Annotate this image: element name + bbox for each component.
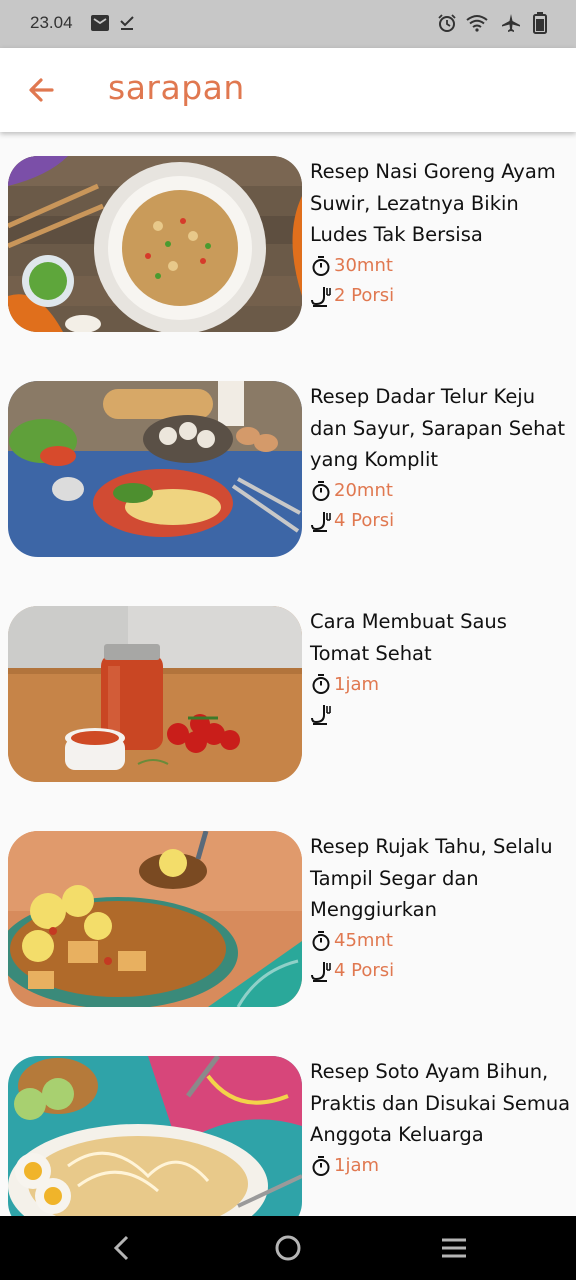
timer-icon — [312, 674, 330, 694]
nav-back-icon[interactable] — [102, 1232, 142, 1264]
recipe-portion: 4 Porsi — [310, 506, 572, 536]
serving-icon — [311, 286, 331, 307]
recipe-time: 45mnt — [310, 926, 572, 956]
page-title: sarapan — [108, 68, 245, 107]
recipe-title: Resep Nasi Goreng Ayam Suwir, Lezatnya B… — [310, 160, 556, 246]
status-time: 23.04 — [30, 13, 73, 32]
back-arrow-icon[interactable] — [24, 74, 58, 106]
recipe-portion-value: 4 Porsi — [334, 510, 395, 531]
recipe-info: Resep Soto Ayam Bihun, Praktis dan Disuk… — [310, 1056, 572, 1181]
recipe-time: 30mnt — [310, 251, 572, 281]
recipe-portion-value: 2 Porsi — [334, 285, 395, 306]
recipe-card[interactable]: Resep Soto Ayam Bihun, Praktis dan Disuk… — [0, 1032, 576, 1216]
recipe-time-value: 1jam — [334, 673, 380, 695]
timer-icon — [312, 480, 330, 501]
recipe-card[interactable]: Cara Membuat Saus Tomat Sehat 1jam — [0, 582, 576, 807]
recipe-list[interactable]: Resep Nasi Goreng Ayam Suwir, Lezatnya B… — [0, 132, 576, 1216]
recipe-image-soto-ayam — [8, 1056, 302, 1216]
serving-icon — [311, 511, 331, 532]
recipe-time: 20mnt — [310, 476, 572, 506]
nav-home-icon[interactable] — [268, 1232, 308, 1264]
serving-icon — [311, 705, 331, 725]
recipe-card[interactable]: Resep Rujak Tahu, Selalu Tampil Segar da… — [0, 807, 576, 1032]
recipe-info: Cara Membuat Saus Tomat Sehat 1jam — [310, 606, 572, 729]
recipe-image-saus-tomat — [8, 606, 302, 782]
nav-recents-icon[interactable] — [434, 1232, 474, 1264]
recipe-card[interactable]: Resep Nasi Goreng Ayam Suwir, Lezatnya B… — [0, 132, 576, 357]
recipe-title: Cara Membuat Saus Tomat Sehat — [310, 610, 507, 665]
recipe-card[interactable]: Resep Dadar Telur Keju dan Sayur, Sarapa… — [0, 357, 576, 582]
recipe-time-value: 45mnt — [334, 930, 393, 951]
recipe-time-value: 1jam — [334, 1155, 380, 1176]
recipe-image-rujak-tahu — [8, 831, 302, 1007]
recipe-info: Resep Nasi Goreng Ayam Suwir, Lezatnya B… — [310, 156, 572, 311]
mail-icon — [90, 12, 110, 34]
battery-icon — [533, 12, 547, 34]
recipe-info: Resep Rujak Tahu, Selalu Tampil Segar da… — [310, 831, 572, 986]
recipe-portion — [310, 699, 572, 729]
serving-icon — [311, 961, 331, 982]
timer-icon — [312, 930, 330, 951]
airplane-icon — [501, 12, 521, 34]
recipe-title: Resep Dadar Telur Keju dan Sayur, Sarapa… — [310, 385, 566, 471]
system-nav-bar — [0, 1216, 576, 1280]
recipe-time: 1jam — [310, 669, 572, 699]
timer-icon — [312, 1155, 330, 1176]
recipe-portion: 4 Porsi — [310, 956, 572, 986]
recipe-time: 1jam — [310, 1151, 572, 1181]
alarm-icon — [437, 12, 457, 34]
recipe-image-nasi-goreng — [8, 156, 302, 332]
timer-icon — [312, 255, 330, 276]
recipe-image-dadar-telur — [8, 381, 302, 557]
recipe-portion: 2 Porsi — [310, 281, 572, 311]
recipe-info: Resep Dadar Telur Keju dan Sayur, Sarapa… — [310, 381, 572, 536]
wifi-icon — [466, 12, 488, 34]
recipe-title: Resep Soto Ayam Bihun, Praktis dan Disuk… — [310, 1060, 571, 1146]
status-bar: 23.04 — [0, 0, 576, 48]
recipe-time-value: 20mnt — [334, 480, 393, 501]
app-bar: sarapan — [0, 48, 576, 132]
recipe-portion-value: 4 Porsi — [334, 960, 395, 981]
check-download-icon — [118, 12, 136, 34]
recipe-title: Resep Rujak Tahu, Selalu Tampil Segar da… — [310, 835, 553, 921]
recipe-time-value: 30mnt — [334, 255, 393, 276]
